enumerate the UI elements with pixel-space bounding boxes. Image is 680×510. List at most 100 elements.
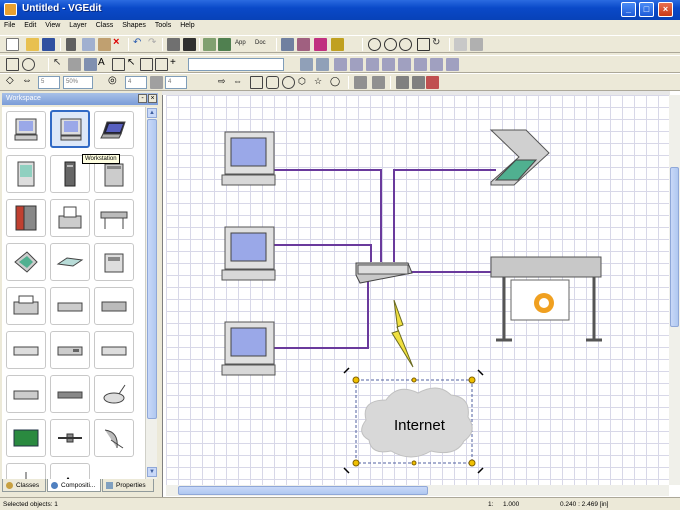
swap-icon[interactable]: ⇔ xyxy=(22,75,35,88)
tools-icon[interactable] xyxy=(331,38,344,51)
palette-cell-workstation[interactable] xyxy=(50,110,90,148)
scroll-down-icon[interactable]: ▼ xyxy=(147,467,157,477)
link-line[interactable] xyxy=(393,169,496,262)
refresh-icon[interactable]: ↻ xyxy=(432,37,445,50)
palette-cell-modem[interactable] xyxy=(50,287,90,325)
align-center-icon[interactable] xyxy=(350,58,363,71)
copy-icon[interactable] xyxy=(82,38,95,51)
align-middle-icon[interactable] xyxy=(398,58,411,71)
pointer-icon[interactable]: ↖ xyxy=(53,57,66,70)
workstation-node[interactable] xyxy=(221,131,276,186)
link-line[interactable] xyxy=(274,169,382,262)
frame-fit-icon[interactable] xyxy=(412,76,425,89)
text-icon[interactable]: A xyxy=(98,57,111,70)
plotter-node[interactable] xyxy=(490,256,602,342)
zoom-page-icon[interactable] xyxy=(417,38,430,51)
palette-cell-router[interactable] xyxy=(94,287,134,325)
link-line[interactable] xyxy=(274,244,372,262)
palette-cell-hub[interactable] xyxy=(6,331,46,369)
align-right-icon[interactable] xyxy=(366,58,379,71)
palette-cell-laptop[interactable] xyxy=(94,111,134,149)
arrow-right-icon[interactable]: ⇨ xyxy=(218,76,231,89)
menu-view[interactable]: View xyxy=(41,20,63,29)
menu-layer[interactable]: Layer xyxy=(65,20,90,29)
rotate-handle-icon[interactable] xyxy=(477,369,484,376)
snap-icon[interactable] xyxy=(470,38,483,51)
square-icon[interactable] xyxy=(140,58,153,71)
rotate-handle-icon[interactable] xyxy=(343,467,350,474)
delete-icon[interactable]: × xyxy=(113,36,126,49)
line-width-combo[interactable]: 5 xyxy=(38,76,60,89)
open-icon[interactable] xyxy=(26,38,39,51)
fill-style-icon[interactable] xyxy=(316,58,329,71)
distribute-icon[interactable] xyxy=(430,58,443,71)
zoom-in-icon[interactable] xyxy=(368,38,381,51)
menu-shapes[interactable]: Shapes xyxy=(118,20,149,29)
diamond-icon[interactable]: ◇ xyxy=(6,75,19,88)
link-line[interactable] xyxy=(274,280,369,349)
app-icon[interactable] xyxy=(4,3,17,16)
order-icon[interactable] xyxy=(446,58,459,71)
rectangle-icon[interactable] xyxy=(6,58,19,71)
shape-rect-icon[interactable] xyxy=(250,76,263,89)
export-icon[interactable] xyxy=(218,38,231,51)
menu-tools[interactable]: Tools xyxy=(151,20,174,29)
frame-icon[interactable] xyxy=(112,58,125,71)
rotate-handle-icon[interactable] xyxy=(477,467,484,474)
window-icon[interactable] xyxy=(281,38,294,51)
align-bottom-icon[interactable] xyxy=(414,58,427,71)
crosshair-icon[interactable]: + xyxy=(170,57,183,70)
palette-cell-plotter[interactable] xyxy=(94,199,134,237)
palette-cell-text[interactable]: A xyxy=(50,463,90,479)
doc-menu-button[interactable]: Doc xyxy=(255,40,266,46)
shape-round-icon[interactable] xyxy=(266,76,279,89)
maximize-button[interactable]: □ xyxy=(639,2,654,17)
palette-cell-mouse[interactable] xyxy=(94,375,134,413)
layer-color-icon[interactable] xyxy=(426,76,439,89)
palette-scrollbar[interactable]: ▲ ▼ xyxy=(145,107,157,479)
arrow-both-icon[interactable]: ⇔ xyxy=(233,76,246,89)
palette-cell-fax[interactable] xyxy=(50,199,90,237)
tab-composition[interactable]: Compositi... xyxy=(47,479,101,492)
palette-cell-mainframe[interactable] xyxy=(6,199,46,237)
shape-hexagon-icon[interactable]: ⬡ xyxy=(298,76,311,89)
scanner-node[interactable] xyxy=(489,129,550,186)
palette-cell-gateway[interactable] xyxy=(50,375,90,413)
workspace-close-button[interactable]: × xyxy=(148,94,157,103)
rotate-icon[interactable] xyxy=(84,58,97,71)
menu-help[interactable]: Help xyxy=(176,20,197,29)
workstation-node[interactable] xyxy=(221,226,276,281)
arrow-start-icon[interactable] xyxy=(150,76,163,89)
menu-class[interactable]: Class xyxy=(92,20,117,29)
shapes-icon[interactable] xyxy=(314,38,327,51)
menu-edit[interactable]: Edit xyxy=(20,20,39,29)
close-button[interactable]: × xyxy=(658,2,673,17)
palette-cell-phone[interactable] xyxy=(94,243,134,281)
palette-cell-flatbed[interactable] xyxy=(50,243,90,281)
palette-cell-dish[interactable] xyxy=(94,419,134,457)
color-icon[interactable]: ◎ xyxy=(108,75,121,88)
palette-cell-satellite[interactable] xyxy=(50,419,90,457)
select-icon[interactable]: ↖ xyxy=(127,57,140,70)
opacity-combo[interactable]: 50% xyxy=(63,76,93,89)
canvas-horizontal-scrollbar[interactable] xyxy=(166,485,669,496)
image-icon[interactable] xyxy=(203,38,216,51)
paste-icon[interactable] xyxy=(98,38,111,51)
palette-cell-switch[interactable] xyxy=(50,331,90,369)
workstation-node[interactable] xyxy=(221,321,276,376)
tab-properties[interactable]: Properties xyxy=(102,479,154,492)
canvas-vscroll-thumb[interactable] xyxy=(670,167,679,327)
shape-callout-icon[interactable]: ◯ xyxy=(330,76,343,89)
app-menu-button[interactable]: App xyxy=(235,40,246,46)
canvas-vertical-scrollbar[interactable] xyxy=(669,95,680,485)
save-icon[interactable] xyxy=(42,38,55,51)
palette-cell-tape[interactable] xyxy=(6,375,46,413)
find-icon[interactable] xyxy=(183,38,196,51)
node-icon[interactable] xyxy=(68,58,81,71)
group-icon[interactable] xyxy=(155,58,168,71)
canvas-hscroll-thumb[interactable] xyxy=(178,486,428,495)
zoom-out-icon[interactable] xyxy=(384,38,397,51)
redo-icon[interactable]: ↷ xyxy=(148,37,161,50)
connector-icon[interactable] xyxy=(354,76,367,89)
line-style-icon[interactable] xyxy=(300,58,313,71)
